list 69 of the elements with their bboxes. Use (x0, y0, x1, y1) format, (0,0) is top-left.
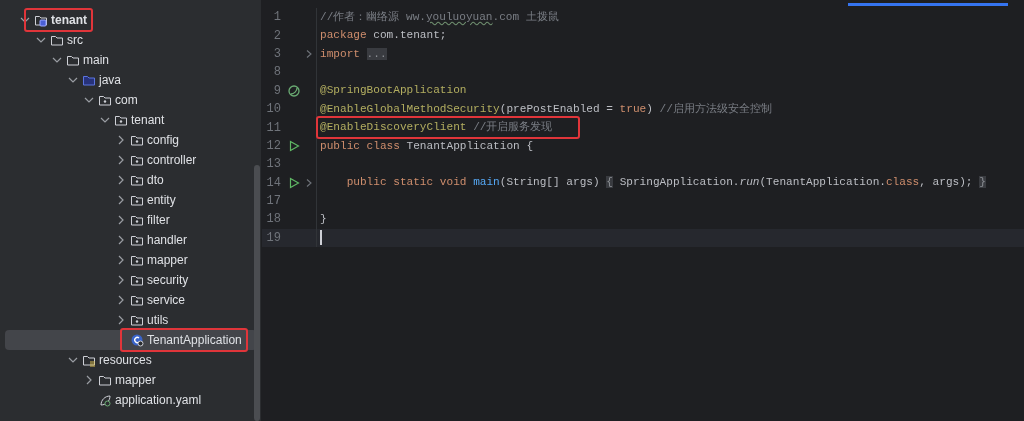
line-number: 19 (265, 229, 282, 247)
class-icon (130, 333, 144, 347)
tree-item[interactable]: filter (5, 210, 257, 230)
tree-item[interactable]: tenant (5, 10, 257, 30)
package-icon (98, 93, 112, 107)
code-line: @EnableGlobalMethodSecurity(prePostEnabled = true) //启用方法级安全控制 (320, 101, 772, 117)
module-folder-icon (34, 13, 48, 27)
package-icon (130, 173, 144, 187)
line-number: 10 (265, 101, 282, 119)
line-number: 2 (272, 27, 282, 45)
resources-folder-icon (82, 353, 96, 367)
folder-icon (66, 53, 80, 67)
code-line: public class TenantApplication { (320, 138, 534, 154)
config-file-icon (98, 393, 112, 407)
line-number: 12 (265, 137, 282, 155)
tree-item[interactable]: service (5, 290, 257, 310)
line-number: 14 (265, 174, 282, 192)
code-line: @EnableDiscoveryClient //开启服务发现 (320, 119, 553, 136)
tree-item[interactable]: utils (5, 310, 257, 330)
run-icon[interactable] (288, 139, 300, 152)
tree-item[interactable]: resources (5, 350, 257, 370)
tree-item[interactable]: entity (5, 190, 257, 210)
line-number: 3 (272, 45, 282, 63)
tree-item[interactable]: java (5, 70, 257, 90)
package-icon (130, 293, 144, 307)
line-number: 1 (272, 9, 282, 27)
bean-icon (287, 83, 301, 98)
code-line: //作者：幽络源 ww.youluoyuan.com 土拨鼠 (320, 9, 559, 25)
folder-icon (50, 33, 64, 47)
line-number: 17 (265, 193, 282, 211)
line-number: 9 (272, 82, 282, 100)
chevron-right-icon[interactable] (305, 177, 313, 188)
line-number: 8 (272, 64, 282, 82)
line-number: 13 (265, 156, 282, 174)
folder-icon (98, 373, 112, 387)
code-line: package com.tenant; (320, 28, 447, 44)
code-line: @SpringBootApplication (320, 83, 467, 99)
scrollbar-thumb[interactable] (254, 165, 260, 421)
code-line: } (320, 212, 327, 228)
tree-item[interactable]: com (5, 90, 257, 110)
tree-item[interactable]: src (5, 30, 257, 50)
chevron-right-icon[interactable] (305, 48, 313, 59)
tree-item[interactable]: config (5, 130, 257, 150)
tree-item[interactable]: mapper (5, 250, 257, 270)
line-number: 18 (265, 211, 282, 229)
package-icon (130, 133, 144, 147)
tree-item[interactable]: main (5, 50, 257, 70)
tree-item[interactable]: handler (5, 230, 257, 250)
code-line: public static void main(String[] args) { SpringApplication.run(TenantApplication.class, args); } (345, 175, 986, 191)
package-icon (130, 233, 144, 247)
package-icon (114, 113, 128, 127)
package-icon (130, 153, 144, 167)
highlight-frame (24, 8, 93, 32)
tree-item[interactable]: dto (5, 170, 257, 190)
tree-item[interactable]: controller (5, 150, 257, 170)
tree-item[interactable]: tenant (5, 110, 257, 130)
folder-icon (82, 73, 96, 87)
tree-item[interactable]: application.yaml (5, 390, 257, 410)
package-icon (130, 273, 144, 287)
package-icon (130, 213, 144, 227)
run-icon[interactable] (288, 176, 300, 189)
package-icon (130, 313, 144, 327)
tree-item[interactable]: security (5, 270, 257, 290)
line-number: 11 (265, 119, 282, 137)
tree-item[interactable]: TenantApplication (5, 330, 257, 350)
tree-item[interactable]: mapper (5, 370, 257, 390)
code-line: import ... (320, 46, 387, 62)
package-icon (130, 193, 144, 207)
package-icon (130, 253, 144, 267)
